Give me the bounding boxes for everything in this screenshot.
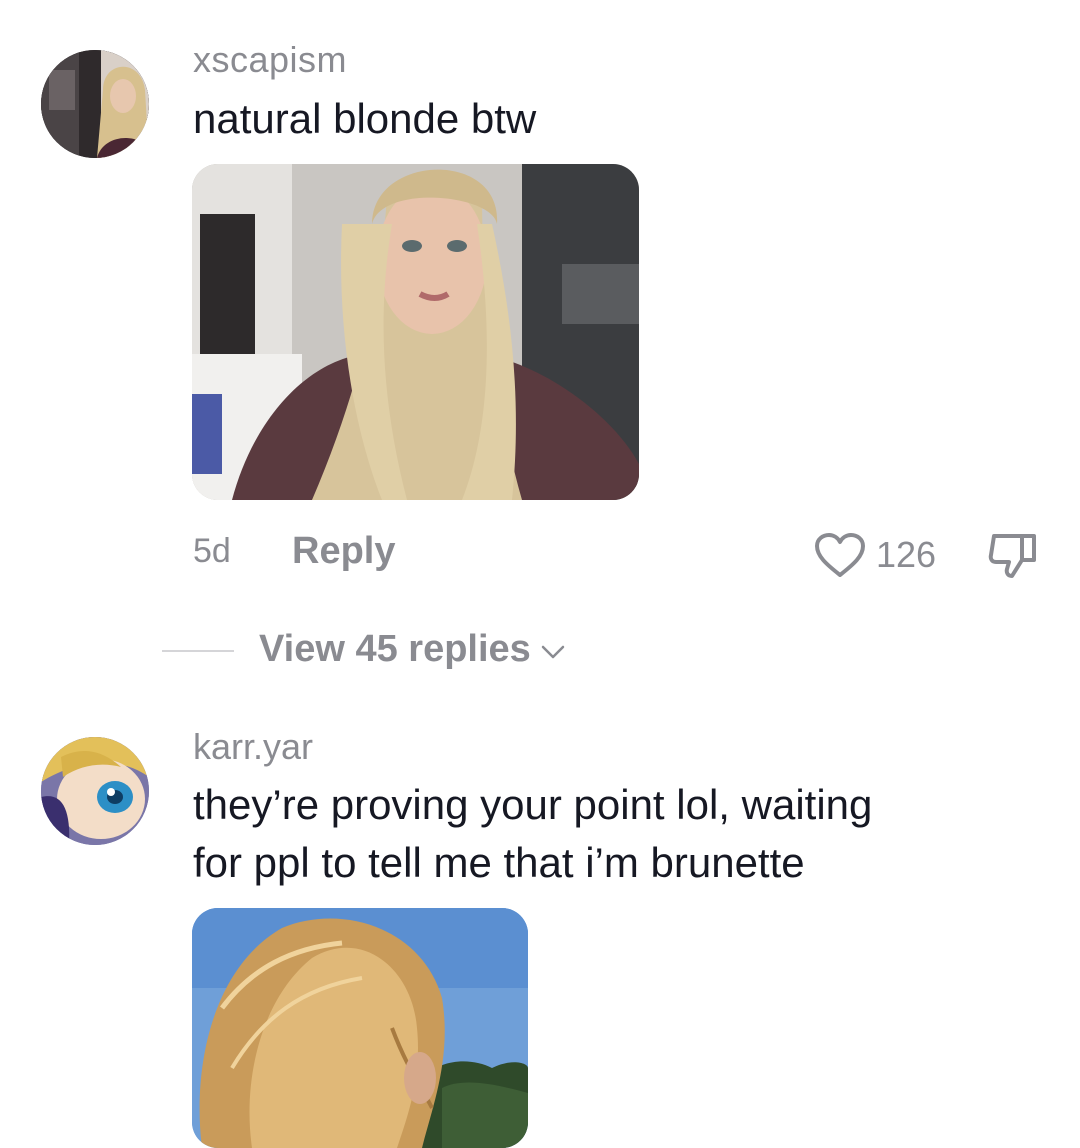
comment-photo[interactable] <box>192 908 528 1148</box>
like-button[interactable]: 126 <box>814 530 936 580</box>
chevron-down-icon <box>541 645 565 659</box>
dislike-icon <box>988 534 1036 578</box>
comment-text: natural blonde btw <box>193 95 537 142</box>
heart-icon <box>815 533 865 577</box>
comment-text-line-1: they’re proving your point lol, waiting <box>193 781 873 828</box>
view-replies-label: View 45 replies <box>259 628 531 670</box>
view-replies-button[interactable]: View 45 replies <box>259 630 565 668</box>
selfie-image <box>192 164 639 500</box>
comment-timestamp: 5d <box>193 532 231 570</box>
comment-username[interactable]: xscapism <box>193 42 347 78</box>
avatar-karr-yar[interactable] <box>41 737 149 845</box>
reply-button[interactable]: Reply <box>292 532 395 570</box>
comment-text-line-2: for ppl to tell me that i’m brunette <box>193 839 805 886</box>
comment-photo[interactable] <box>192 164 639 500</box>
like-count: 126 <box>876 534 937 575</box>
dislike-button[interactable] <box>986 530 1040 585</box>
avatar-image <box>41 50 149 158</box>
avatar-xscapism[interactable] <box>41 50 149 158</box>
avatar-image <box>41 737 149 845</box>
comment-username[interactable]: karr.yar <box>193 729 313 765</box>
hair-photo-image <box>192 908 528 1148</box>
replies-divider <box>162 650 234 652</box>
